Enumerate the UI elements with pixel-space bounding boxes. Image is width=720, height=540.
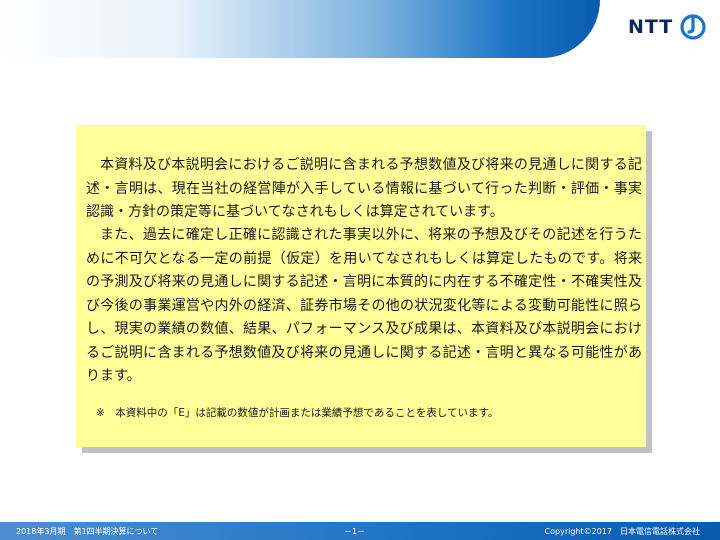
ntt-logo: NTT bbox=[628, 12, 707, 42]
copyright-text: Copyright©2017 日本電信電話株式会社 bbox=[544, 527, 700, 536]
logo-text: NTT bbox=[628, 16, 674, 38]
header-gradient-band bbox=[0, 0, 600, 58]
footer-bar: 2018年3月期 第1四半期決算について －1－ Copyright©2017 … bbox=[0, 522, 720, 540]
disclaimer-paragraph-1: 本資料及び本説明会におけるご説明に含まれる予想数値及び将来の見通しに関する記述・… bbox=[86, 157, 642, 220]
page-number: －1－ bbox=[344, 527, 366, 536]
disclaimer-footnote: ※ 本資料中の「E」は記載の数値が計画または業績予想であることを表しています。 bbox=[96, 407, 499, 419]
ntt-loop-icon bbox=[680, 14, 706, 40]
disclaimer-box: 本資料及び本説明会におけるご説明に含まれる予想数値及び将来の見通しに関する記述・… bbox=[76, 125, 646, 447]
footer-title: 2018年3月期 第1四半期決算について bbox=[16, 527, 159, 536]
disclaimer-paragraph-2: また、過去に確定し正確に認識された事実以外に、将来の予想及びその記述を行うために… bbox=[86, 227, 642, 384]
